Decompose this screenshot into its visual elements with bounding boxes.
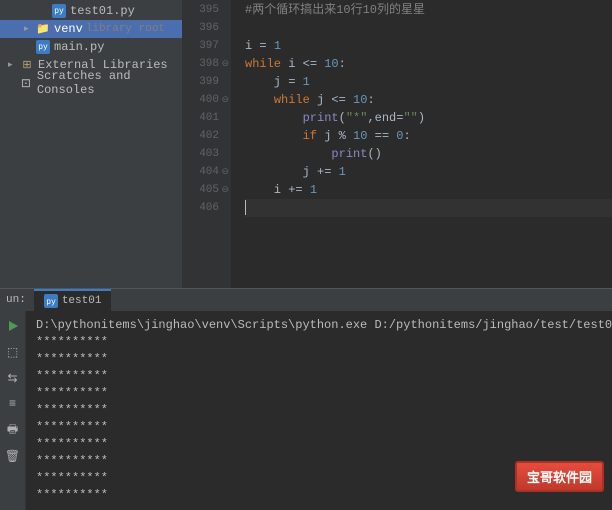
code-line[interactable]: while j <= 10:: [245, 91, 612, 109]
code-line[interactable]: i += 1: [245, 181, 612, 199]
tree-item-test01-py[interactable]: py test01.py: [0, 2, 182, 20]
line-number: 398⊖: [183, 55, 219, 73]
line-gutter: 395396397398⊖399400⊖401402403404⊖405⊖406: [183, 0, 231, 288]
code-line[interactable]: [245, 199, 612, 217]
run-tab-label: test01: [62, 295, 102, 307]
python-file-icon: py: [36, 40, 50, 54]
code-line[interactable]: print("*",end=""): [245, 109, 612, 127]
tree-item-venv[interactable]: ▸📁 venvlibrary root: [0, 20, 182, 38]
code-line[interactable]: i = 1: [245, 37, 612, 55]
scratch-icon: ⊡: [19, 76, 33, 90]
text-caret: [245, 200, 246, 215]
line-number: 400⊖: [183, 91, 219, 109]
code-line[interactable]: #两个循环搞出来10行10列的星星: [245, 1, 612, 19]
rerun-button[interactable]: [4, 317, 22, 335]
tree-item-main-py[interactable]: py main.py: [0, 38, 182, 56]
fold-icon[interactable]: ⊖: [221, 181, 229, 199]
line-number: 401: [183, 109, 219, 127]
code-content[interactable]: #两个循环搞出来10行10列的星星 i = 1while i <= 10: j =…: [231, 0, 612, 288]
code-line[interactable]: j = 1: [245, 73, 612, 91]
line-number: 397: [183, 37, 219, 55]
folder-icon: 📁: [36, 22, 50, 36]
fold-icon[interactable]: ⊖: [221, 163, 229, 181]
tree-item-suffix: library root: [86, 23, 165, 35]
code-editor[interactable]: 395396397398⊖399400⊖401402403404⊖405⊖406…: [183, 0, 612, 288]
code-line[interactable]: [245, 19, 612, 37]
print-button[interactable]: 🖶: [4, 421, 22, 439]
code-line[interactable]: j += 1: [245, 163, 612, 181]
library-icon: ⊞: [20, 58, 34, 72]
line-number: 405⊖: [183, 181, 219, 199]
code-line[interactable]: print(): [245, 145, 612, 163]
chevron-icon: ▸: [24, 24, 34, 34]
svg-text:py: py: [46, 298, 56, 307]
run-label: un:: [6, 294, 26, 306]
code-line[interactable]: while i <= 10:: [245, 55, 612, 73]
line-number: 403: [183, 145, 219, 163]
stop-button[interactable]: ⬚: [4, 343, 22, 361]
line-number: 402: [183, 127, 219, 145]
delete-button[interactable]: 🗑: [4, 447, 22, 465]
line-number: 395: [183, 1, 219, 19]
tree-item-label: main.py: [54, 40, 104, 54]
line-number: 406: [183, 199, 219, 217]
watermark-badge: 宝哥软件园: [515, 461, 604, 492]
python-file-icon: py: [44, 294, 58, 308]
project-tree[interactable]: pytest01.py▸📁venvlibrary rootpymain.py▸⊞…: [0, 0, 183, 288]
python-file-icon: py: [52, 4, 66, 18]
chevron-icon: ▸: [8, 60, 18, 70]
line-number: 404⊖: [183, 163, 219, 181]
run-toolbar: ⬚ ⇆ ≡ 🖶 🗑: [0, 311, 26, 510]
run-tab-active[interactable]: py test01: [34, 289, 112, 311]
tree-item-label: test01.py: [70, 4, 135, 18]
fold-icon[interactable]: ⊖: [221, 55, 229, 73]
line-number: 399: [183, 73, 219, 91]
tree-item-scratches-and-consoles[interactable]: ⊡Scratches and Consoles: [0, 74, 182, 92]
tree-item-label: Scratches and Consoles: [37, 69, 178, 97]
tree-item-label: venv: [54, 22, 83, 36]
line-number: 396: [183, 19, 219, 37]
layout-button[interactable]: ⇆: [4, 369, 22, 387]
fold-icon[interactable]: ⊖: [221, 91, 229, 109]
code-line[interactable]: if j % 10 == 0:: [245, 127, 612, 145]
clear-button[interactable]: ≡: [4, 395, 22, 413]
run-tabs-bar: un: py test01: [0, 289, 612, 311]
